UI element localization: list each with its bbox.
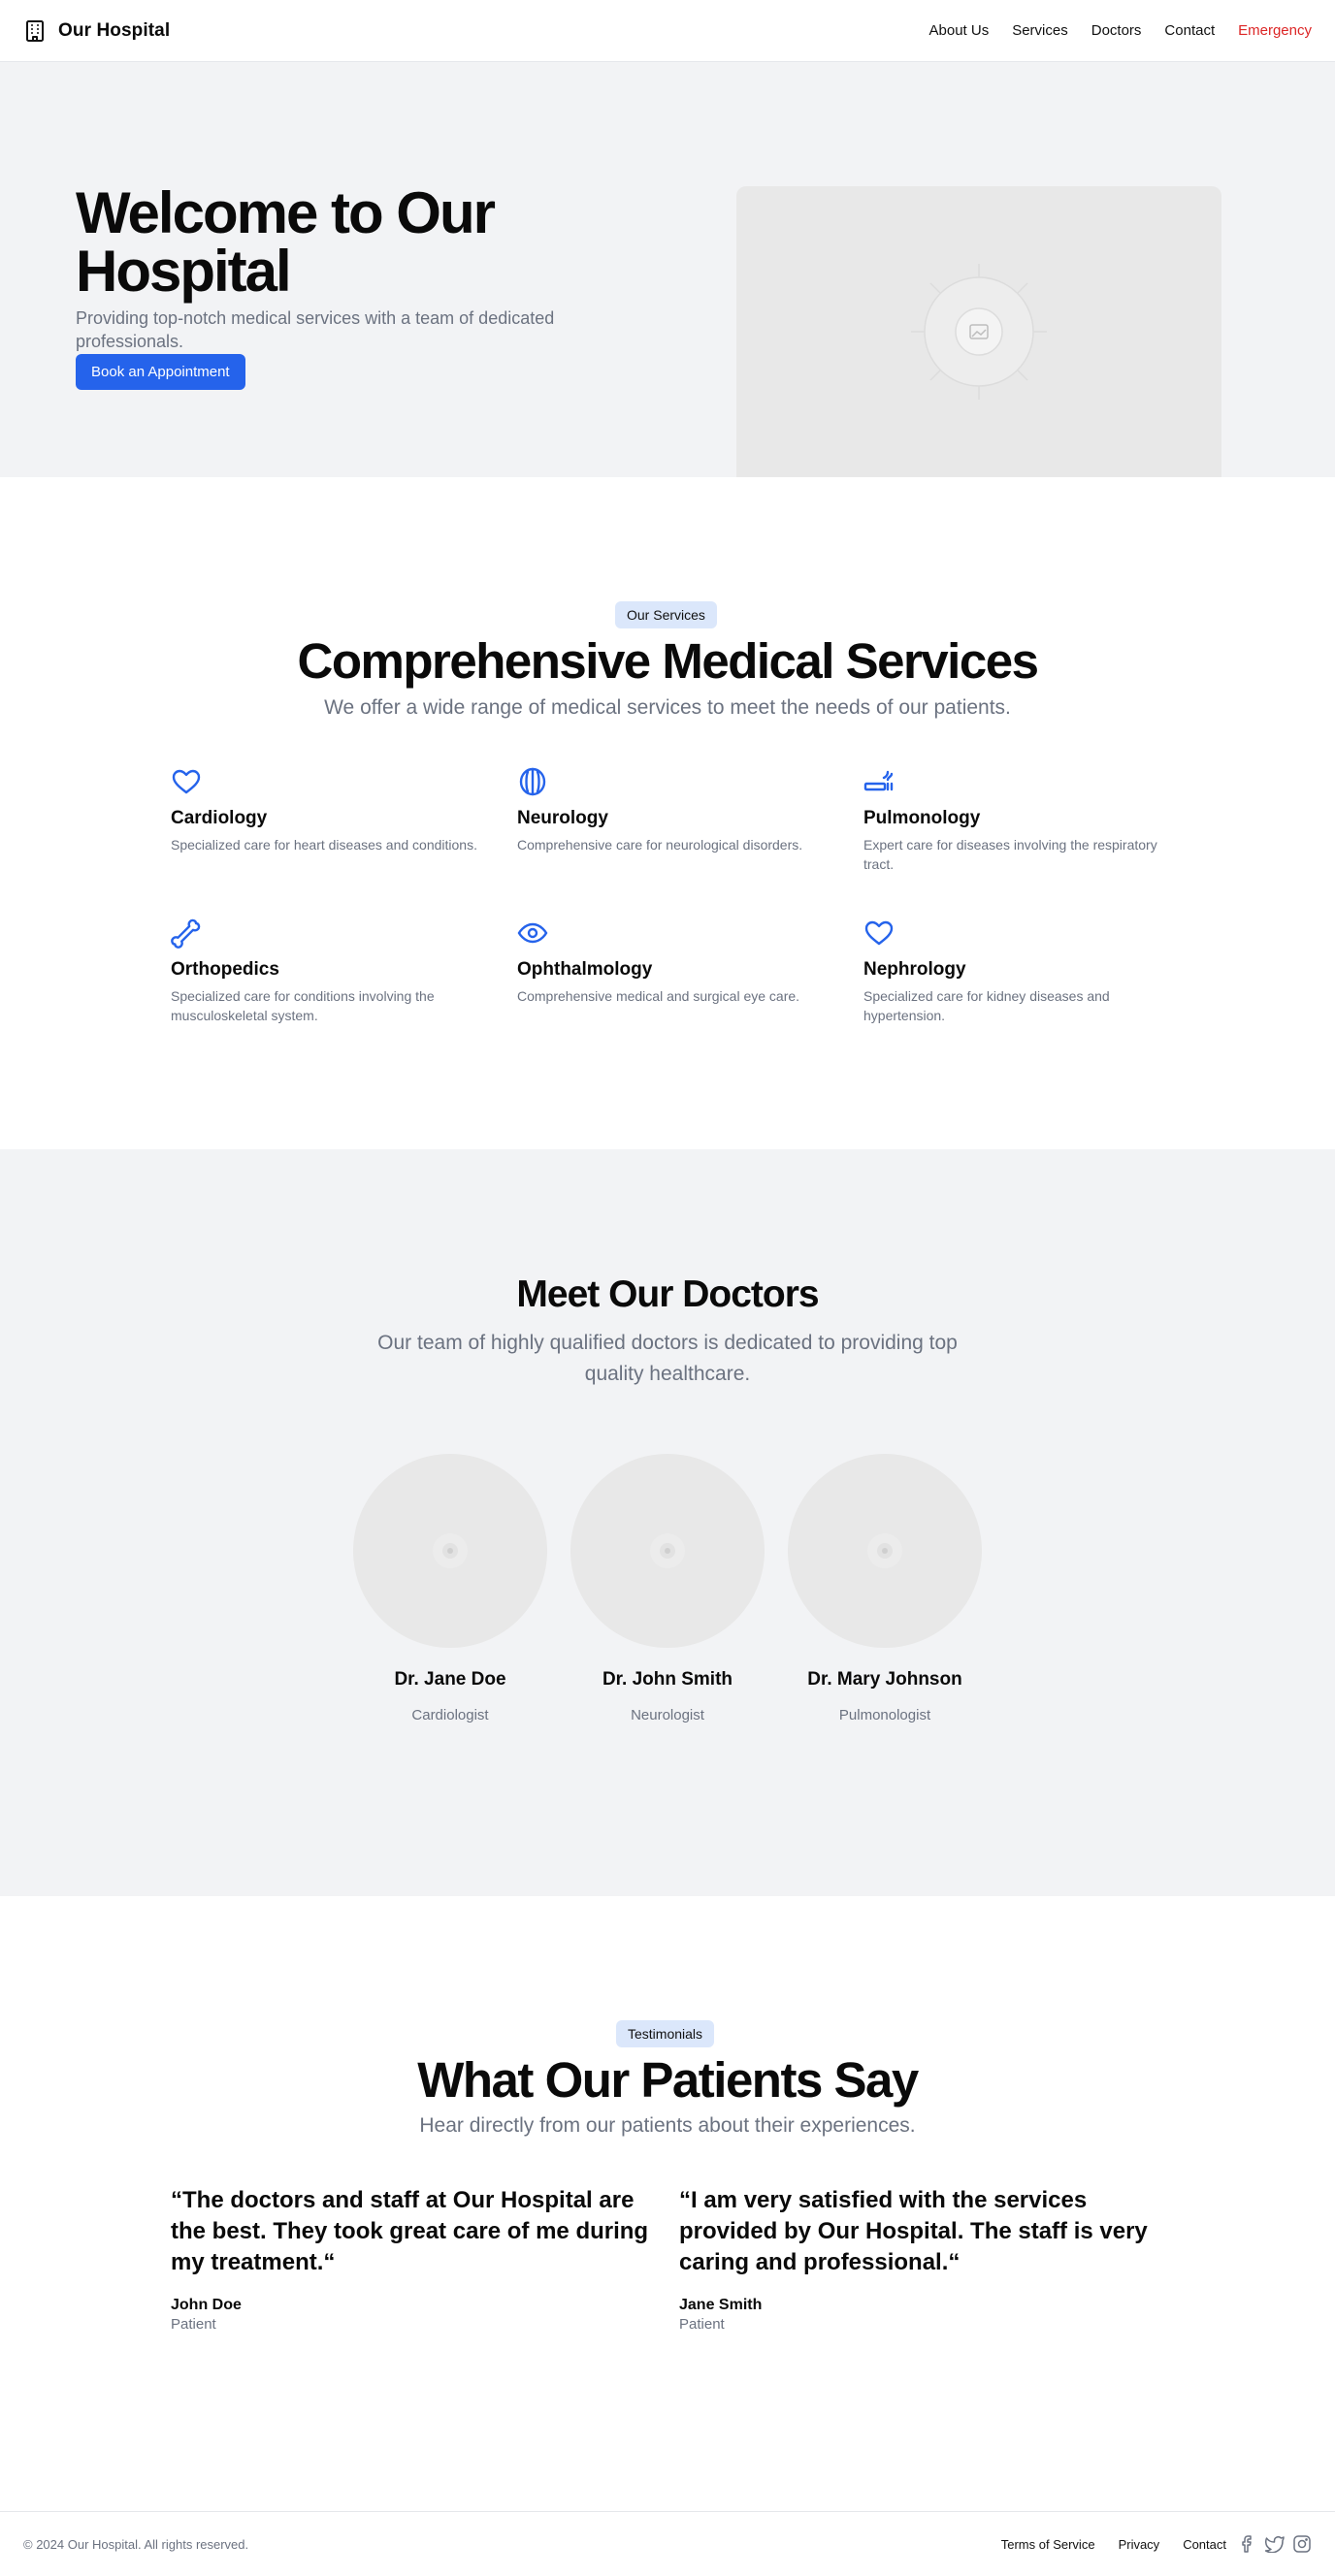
doctor-name: Dr. John Smith: [602, 1669, 733, 1690]
twitter-icon[interactable]: [1265, 2534, 1285, 2554]
site-header: Our Hospital About Us Services Doctors C…: [0, 0, 1335, 62]
doctor-card[interactable]: Dr. Mary Johnson Pulmonologist: [788, 1454, 982, 1725]
site-footer: © 2024 Our Hospital. All rights reserved…: [0, 2511, 1335, 2576]
service-description: Specialized care for conditions involvin…: [171, 988, 435, 1023]
nav-link-about-us[interactable]: About Us: [929, 22, 990, 39]
services-badge: Our Services: [615, 601, 717, 628]
service-description: Comprehensive medical and surgical eye c…: [517, 988, 800, 1004]
service-card-cardiology: Cardiology Specialized care for heart di…: [171, 766, 491, 854]
service-name: Neurology: [517, 808, 608, 828]
doctor-card[interactable]: Dr. John Smith Neurologist: [570, 1454, 765, 1725]
service-description: Specialized care for heart diseases and …: [171, 837, 477, 853]
testimonial-quote: “The doctors and staff at Our Hospital a…: [171, 2187, 649, 2275]
main-nav: About Us Services Doctors Contact Emerge…: [929, 22, 1313, 39]
doctor-specialty: Neurologist: [631, 1707, 704, 1723]
hero-title: Welcome to Our Hospital: [76, 180, 496, 304]
doctor-photo: [353, 1454, 547, 1648]
nav-link-services[interactable]: Services: [1012, 22, 1068, 39]
service-name: Cardiology: [171, 808, 268, 828]
nav-link-contact[interactable]: Contact: [1164, 22, 1215, 39]
copyright: © 2024 Our Hospital. All rights reserved…: [23, 2536, 249, 2552]
service-card-ophthalmology: Ophthalmology Comprehensive medical and …: [517, 918, 837, 1006]
doctor-name: Dr. Jane Doe: [394, 1669, 506, 1690]
eye-icon: [517, 922, 548, 944]
service-card-pulmonology: Pulmonology Expert care for diseases inv…: [863, 766, 1184, 874]
testimonials-title: What Our Patients Say: [417, 2052, 919, 2108]
testimonial-author: Jane Smith: [679, 2297, 763, 2313]
brand[interactable]: Our Hospital: [23, 19, 170, 43]
nav-link-emergency[interactable]: Emergency: [1238, 22, 1312, 39]
doctor-card[interactable]: Dr. Jane Doe Cardiologist: [353, 1454, 547, 1725]
testimonial-quote: “I am very satisfied with the services p…: [679, 2187, 1148, 2275]
bone-icon: [171, 918, 201, 949]
doctor-photo: [570, 1454, 765, 1648]
testimonial-author-role: Patient: [679, 2316, 725, 2333]
doctors-title: Meet Our Doctors: [516, 1273, 819, 1315]
services-title: Comprehensive Medical Services: [297, 633, 1039, 689]
doctors-section: Meet Our Doctors Our team of highly qual…: [0, 1149, 1335, 1896]
service-card-neurology: Neurology Comprehensive care for neurolo…: [517, 766, 837, 854]
image-placeholder-icon: [911, 264, 1047, 400]
social-links: [1238, 2534, 1312, 2554]
book-appointment-button[interactable]: Book an Appointment: [76, 354, 245, 390]
hero-subtitle: Providing top-notch medical services wit…: [76, 308, 555, 351]
testimonials-subtitle: Hear directly from our patients about th…: [419, 2114, 916, 2137]
instagram-icon[interactable]: [1292, 2534, 1312, 2554]
footer-link-contact[interactable]: Contact: [1183, 2537, 1226, 2552]
doctor-specialty: Pulmonologist: [838, 1707, 931, 1723]
lungs-icon: [863, 770, 894, 791]
brand-name: Our Hospital: [58, 19, 171, 41]
footer-link-privacy[interactable]: Privacy: [1119, 2537, 1160, 2552]
hospital-building-icon: [23, 19, 47, 43]
testimonial-author-role: Patient: [171, 2316, 216, 2333]
doctor-specialty: Cardiologist: [411, 1707, 489, 1723]
doctor-photo: [788, 1454, 982, 1648]
testimonial-author: John Doe: [171, 2297, 242, 2313]
service-name: Ophthalmology: [517, 959, 653, 980]
testimonial-card: “I am very satisfied with the services p…: [679, 2185, 1164, 2334]
doctor-name: Dr. Mary Johnson: [807, 1669, 962, 1690]
hero-section: Welcome to Our Hospital Providing top-no…: [0, 62, 1335, 477]
footer-links: Terms of Service Privacy Contact: [1001, 2534, 1312, 2554]
service-name: Orthopedics: [171, 959, 279, 980]
service-description: Comprehensive care for neurological diso…: [517, 837, 803, 853]
nav-link-doctors[interactable]: Doctors: [1091, 22, 1142, 39]
doctors-subtitle: Our team of highly qualified doctors is …: [377, 1332, 958, 1385]
heart-icon: [172, 769, 201, 794]
testimonials-badge: Testimonials: [616, 2020, 715, 2047]
heart-icon: [864, 920, 894, 946]
testimonials-section: Testimonials What Our Patients Say Hear …: [0, 1896, 1335, 2511]
brain-icon: [519, 767, 546, 796]
hero-image: [736, 186, 1221, 477]
facebook-icon[interactable]: [1238, 2534, 1257, 2554]
service-description: Specialized care for kidney diseases and…: [863, 988, 1110, 1023]
services-subtitle: We offer a wide range of medical service…: [324, 696, 1011, 719]
footer-link-terms[interactable]: Terms of Service: [1001, 2537, 1095, 2552]
service-description: Expert care for diseases involving the r…: [863, 837, 1157, 872]
service-card-orthopedics: Orthopedics Specialized care for conditi…: [171, 918, 491, 1025]
services-section: Our Services Comprehensive Medical Servi…: [0, 477, 1335, 1149]
service-name: Pulmonology: [863, 808, 981, 828]
testimonial-card: “The doctors and staff at Our Hospital a…: [171, 2185, 656, 2334]
service-card-nephrology: Nephrology Specialized care for kidney d…: [863, 918, 1184, 1025]
service-name: Nephrology: [863, 959, 966, 980]
